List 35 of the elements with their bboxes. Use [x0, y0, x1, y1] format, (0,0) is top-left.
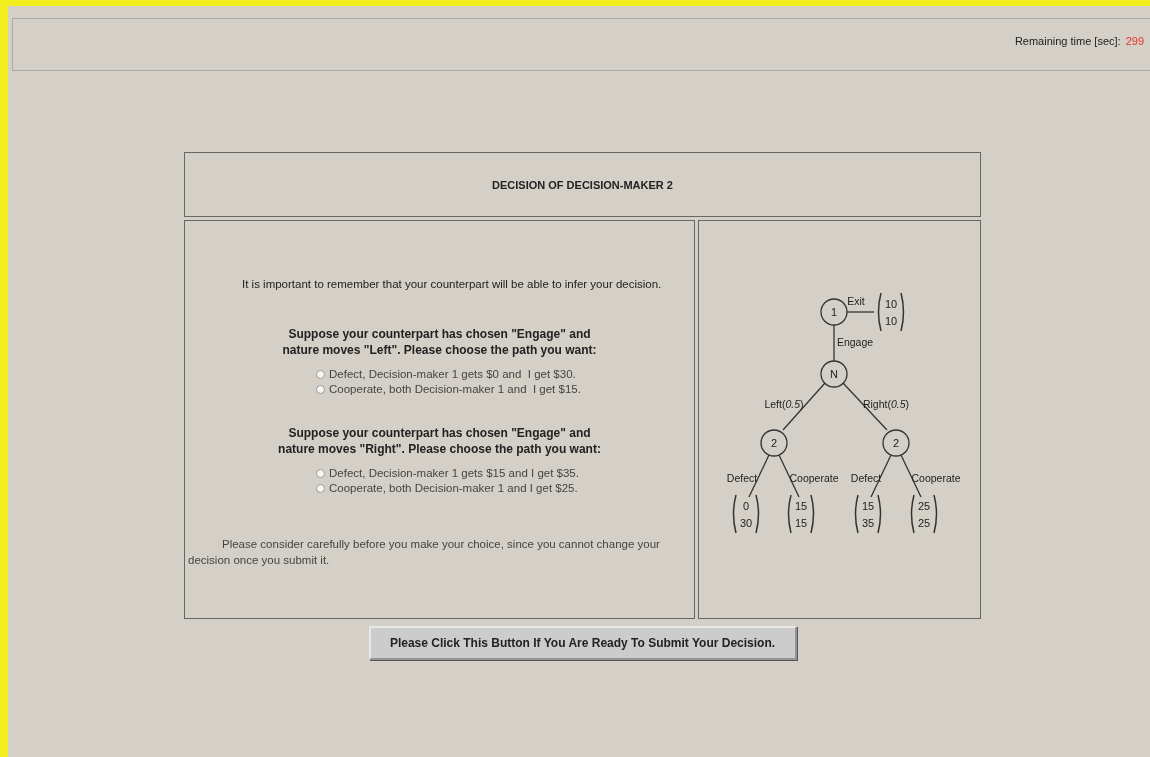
intro-text: It is important to remember that your counterpart will be able to infer your decision.: [242, 278, 663, 290]
tree-node: 1: [820, 298, 848, 326]
branch-label: Cooperate: [911, 472, 961, 484]
payoff-vector: 15 35: [854, 494, 882, 534]
branch-label: Cooperate: [789, 472, 839, 484]
radio-option[interactable]: Defect, Decision-maker 1 gets $0 and I get $30.: [316, 368, 576, 380]
tree-node: 2: [760, 429, 788, 457]
branch-label: Left(0.5): [764, 398, 804, 410]
question-prompt: Suppose your counterpart has chosen "Engage" and: [288, 425, 591, 441]
tree-node: 2: [882, 429, 910, 457]
radio-button[interactable]: [316, 468, 325, 478]
decision-title: DECISION OF DECISION-MAKER 2: [492, 178, 673, 191]
branch-label: Exit: [847, 295, 865, 307]
radio-button[interactable]: [316, 369, 325, 379]
question-prompt: nature moves "Right". Please choose the path you want:: [278, 441, 601, 457]
payoff-vector: 15 15: [787, 494, 815, 534]
branch-label: Defect: [726, 472, 758, 484]
radio-option[interactable]: Defect, Decision-maker 1 gets $15 and I get $35.: [316, 467, 579, 479]
timer-label: Remaining time [sec]:: [1014, 34, 1121, 47]
question-prompt: Suppose your counterpart has chosen "Engage" and: [288, 326, 591, 342]
payoff-vector: 25 25: [910, 494, 938, 534]
tree-node: N: [820, 360, 848, 388]
question-prompt: nature moves "Left". Please choose the path you want:: [282, 342, 597, 358]
radio-option[interactable]: Cooperate, both Decision-maker 1 and I get $15.: [316, 383, 581, 395]
branch-label: Right(0.5): [862, 398, 910, 410]
timer-value: 299: [1125, 34, 1144, 47]
radio-button[interactable]: [316, 483, 325, 493]
branch-label: Engage: [836, 336, 874, 348]
branch-label: Defect: [850, 472, 882, 484]
closing-text: Please consider carefully before you make your choice, since you cannot change your decision once you submit it.: [188, 537, 661, 568]
radio-option[interactable]: Cooperate, both Decision-maker 1 and I get $25.: [316, 482, 578, 494]
submit-button[interactable]: Please Click This Button If You Are Ready To Submit Your Decision.: [368, 626, 797, 660]
radio-button[interactable]: [316, 384, 325, 394]
payoff-vector: 10 10: [877, 292, 905, 332]
payoff-vector: 0 30: [732, 494, 760, 534]
